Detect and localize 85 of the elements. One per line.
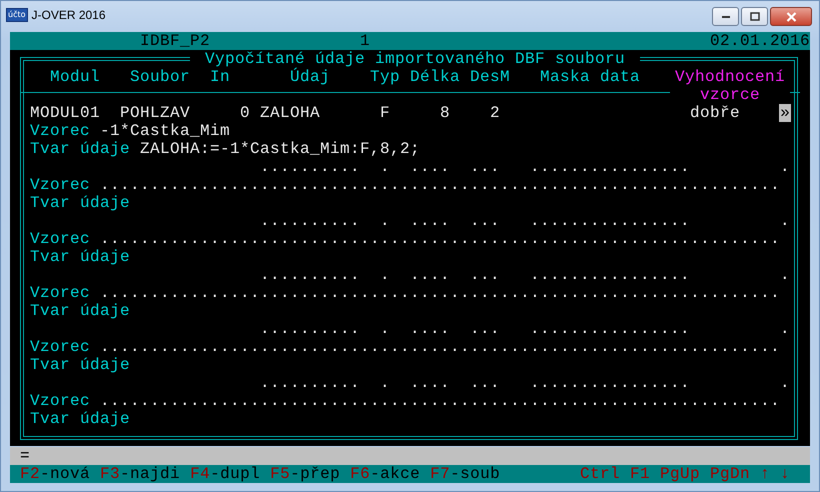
shortcut-key[interactable]: F6-akce xyxy=(350,465,420,483)
shape-label: Tvar údaje xyxy=(30,356,130,374)
empty-field: ................ xyxy=(530,374,690,392)
column-header: Modul xyxy=(50,68,100,86)
form-name: IDBF_P2 xyxy=(140,32,212,50)
empty-field: .......... xyxy=(260,320,360,338)
detail-button[interactable]: » xyxy=(779,104,791,122)
shortcut-key[interactable]: F7-soub xyxy=(430,465,500,483)
formula-value: .................................................................... xyxy=(100,392,782,410)
empty-field: ................ xyxy=(530,320,690,338)
formula-label: Vzorec xyxy=(30,176,90,194)
column-header: Maska data xyxy=(540,68,640,86)
shape-label: Tvar údaje xyxy=(30,140,130,158)
empty-field: ................ xyxy=(530,212,690,230)
empty-field: .......... xyxy=(260,158,360,176)
empty-field: .... xyxy=(410,212,450,230)
column-header: DesM xyxy=(470,68,510,86)
field-value: F xyxy=(380,104,390,122)
empty-field: . xyxy=(380,158,390,176)
field-value: 8 xyxy=(438,104,450,122)
empty-field: . xyxy=(380,320,390,338)
empty-field: .......... xyxy=(260,374,360,392)
empty-field: ... xyxy=(460,212,500,230)
empty-field: . xyxy=(380,374,390,392)
empty-field: ................ xyxy=(530,158,690,176)
maximize-button[interactable] xyxy=(741,7,768,26)
formula-label: Vzorec xyxy=(30,392,90,410)
empty-field: ... xyxy=(460,374,500,392)
empty-field: . xyxy=(380,212,390,230)
empty-field: .... xyxy=(410,374,450,392)
shape-value: ZALOHA:=-1*Castka_Mim:F,8,2; xyxy=(140,140,422,158)
column-header: In xyxy=(210,68,230,86)
empty-field: . xyxy=(780,320,790,338)
shortcut-key[interactable]: F5-přep xyxy=(270,465,340,483)
formula-value: .................................................................... xyxy=(100,284,782,302)
shape-label: Tvar údaje xyxy=(30,410,130,428)
empty-field: . xyxy=(780,374,790,392)
field-value: 2 xyxy=(488,104,500,122)
field-value: MODUL01 xyxy=(30,104,100,122)
field-value: dobře xyxy=(690,104,742,122)
formula-label: Vzorec xyxy=(30,230,90,248)
page-number: 1 xyxy=(360,32,372,50)
minimize-button[interactable] xyxy=(712,7,739,26)
shape-label: Tvar údaje xyxy=(30,302,130,320)
close-icon xyxy=(786,12,796,22)
formula-value: .................................................................... xyxy=(100,230,782,248)
shortcut-key[interactable]: F4-dupl xyxy=(190,465,260,483)
empty-field: .... xyxy=(410,320,450,338)
empty-field: .......... xyxy=(260,266,360,284)
formula-label: Vzorec xyxy=(30,338,90,356)
formula-value: -1*Castka_Mim xyxy=(100,122,232,140)
key-hints: Ctrl F1 PgUp PgDn ↑ ↓ xyxy=(580,465,792,483)
date-text: 02.01.2016 xyxy=(710,32,810,50)
empty-field: . xyxy=(380,266,390,284)
column-header: Soubor xyxy=(130,68,190,86)
app-icon: účto xyxy=(6,8,28,22)
formula-value: .................................................................... xyxy=(100,176,782,194)
formula-value: .................................................................... xyxy=(100,338,782,356)
empty-field: .......... xyxy=(260,212,360,230)
shape-label: Tvar údaje xyxy=(30,248,130,266)
formula-label: Vzorec xyxy=(30,122,90,140)
maximize-icon xyxy=(750,12,760,21)
frame-title: Vypočítané údaje importovaného DBF souboru xyxy=(190,50,640,68)
close-button[interactable] xyxy=(770,7,812,26)
formula-label: Vzorec xyxy=(30,284,90,302)
column-header: Typ xyxy=(370,68,400,86)
empty-field: . xyxy=(780,158,790,176)
empty-field: .... xyxy=(410,158,450,176)
window-title: J-OVER 2016 xyxy=(32,8,106,22)
shortcut-key[interactable]: F2-nová xyxy=(20,465,90,483)
empty-field: ... xyxy=(460,266,500,284)
minimize-icon xyxy=(720,14,730,18)
field-value: POHLZAV xyxy=(120,104,190,122)
empty-field: ... xyxy=(460,320,500,338)
column-header: Délka xyxy=(410,68,460,86)
empty-field: ... xyxy=(460,158,500,176)
empty-field: ................ xyxy=(530,266,690,284)
empty-field: . xyxy=(780,266,790,284)
shape-label: Tvar údaje xyxy=(30,194,130,212)
empty-field: . xyxy=(780,212,790,230)
empty-field: .... xyxy=(410,266,450,284)
field-value: 0 xyxy=(238,104,250,122)
column-header: Údaj xyxy=(290,68,330,86)
shortcut-key[interactable]: F3-najdi xyxy=(100,465,180,483)
field-value: ZALOHA xyxy=(260,104,322,122)
